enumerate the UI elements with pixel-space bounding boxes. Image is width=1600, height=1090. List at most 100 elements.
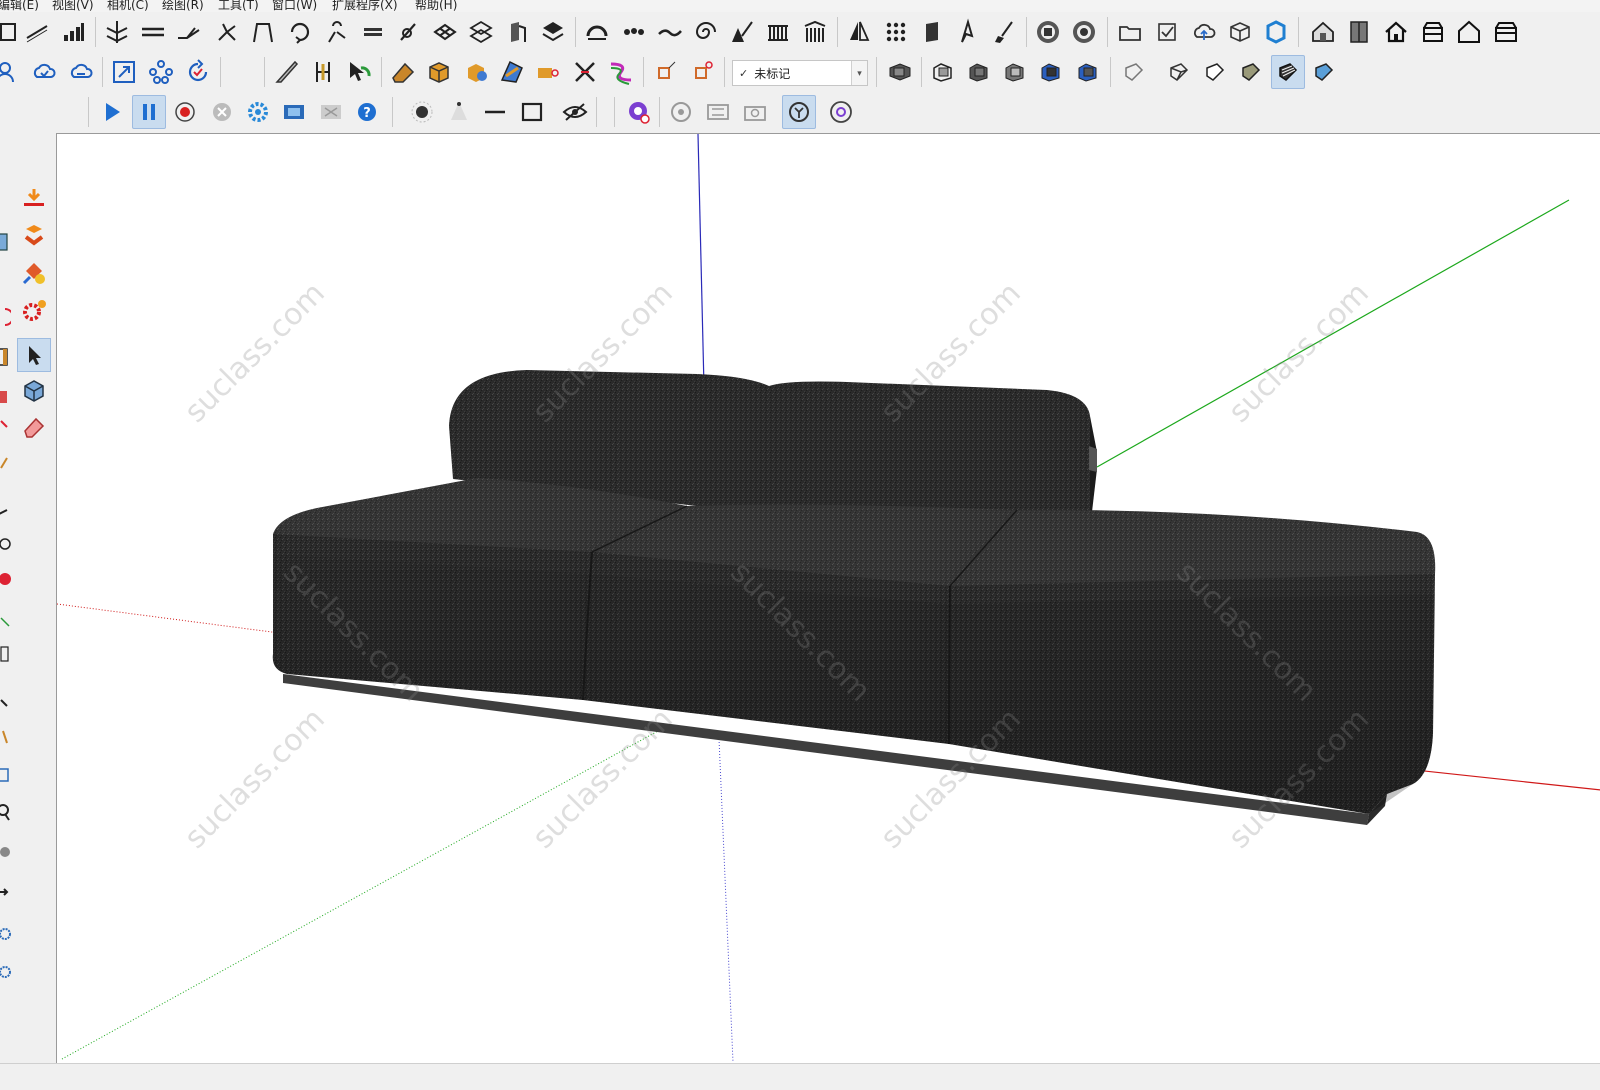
spot-light-icon[interactable] bbox=[442, 95, 476, 129]
help-icon[interactable]: ? bbox=[350, 95, 384, 129]
house-3d-icon[interactable] bbox=[1306, 15, 1340, 49]
rect-light-icon[interactable] bbox=[515, 95, 549, 129]
text-tool-icon[interactable] bbox=[0, 641, 12, 669]
axes-icon[interactable] bbox=[0, 565, 12, 593]
timer-icon[interactable] bbox=[782, 95, 816, 129]
layers-a-icon[interactable] bbox=[883, 55, 917, 89]
walk-icon[interactable] bbox=[0, 838, 12, 866]
gear-b-icon[interactable] bbox=[0, 958, 12, 986]
sliders-icon[interactable] bbox=[701, 95, 735, 129]
table-icon[interactable] bbox=[0, 15, 22, 49]
mirror-icon[interactable] bbox=[842, 15, 876, 49]
book-icon[interactable] bbox=[1342, 15, 1376, 49]
plane-icon[interactable] bbox=[495, 55, 529, 89]
zoom-window-icon[interactable] bbox=[0, 761, 12, 789]
slope-icon[interactable] bbox=[172, 15, 206, 49]
model-viewport[interactable]: suclass.com suclass.com suclass.com sucl… bbox=[56, 133, 1600, 1063]
component-icon[interactable] bbox=[17, 374, 51, 408]
panel-icon[interactable] bbox=[915, 15, 949, 49]
box-icon[interactable] bbox=[1223, 15, 1257, 49]
pen-icon[interactable] bbox=[392, 15, 426, 49]
wall-icon[interactable] bbox=[136, 15, 170, 49]
arc-icon[interactable] bbox=[0, 303, 12, 331]
eye-off-icon[interactable] bbox=[558, 95, 592, 129]
camera-icon[interactable] bbox=[738, 95, 772, 129]
gear-settings-icon[interactable] bbox=[17, 293, 51, 327]
layers-f-icon[interactable] bbox=[1071, 55, 1105, 89]
line-icon[interactable] bbox=[20, 15, 54, 49]
section-icon[interactable] bbox=[0, 228, 12, 256]
rotate-icon[interactable] bbox=[283, 15, 317, 49]
select-arrow-icon[interactable] bbox=[342, 55, 376, 89]
grid-icon[interactable] bbox=[464, 15, 498, 49]
flower-icon[interactable] bbox=[824, 95, 858, 129]
menu-help[interactable]: 帮助(H) bbox=[415, 0, 457, 12]
rect-tool-icon[interactable] bbox=[0, 343, 12, 371]
box-orange-icon[interactable] bbox=[422, 55, 456, 89]
eraser-icon[interactable] bbox=[17, 410, 51, 444]
film-off-icon[interactable] bbox=[314, 95, 348, 129]
cloud-icon[interactable] bbox=[1187, 15, 1221, 49]
select-tool-icon[interactable] bbox=[17, 338, 51, 372]
orbit-tool-icon[interactable] bbox=[0, 688, 12, 716]
scene-canvas[interactable]: suclass.com suclass.com suclass.com sucl… bbox=[57, 134, 1600, 1063]
roof-icon[interactable] bbox=[100, 15, 134, 49]
line-light-icon[interactable] bbox=[478, 95, 512, 129]
tile-icon[interactable] bbox=[428, 15, 462, 49]
record-icon[interactable] bbox=[168, 95, 202, 129]
person-icon[interactable] bbox=[0, 55, 22, 89]
pin-icon[interactable] bbox=[621, 95, 655, 129]
style-hidden-icon[interactable] bbox=[1162, 55, 1196, 89]
render-b-icon[interactable] bbox=[1067, 15, 1101, 49]
menu-edit[interactable]: 编辑(E) bbox=[0, 0, 39, 12]
pan-tool-icon[interactable] bbox=[0, 723, 12, 751]
tree-icon[interactable] bbox=[210, 15, 244, 49]
menu-extensions[interactable]: 扩展程序(X) bbox=[332, 0, 398, 12]
stairs-icon[interactable] bbox=[356, 15, 390, 49]
frame-icon[interactable] bbox=[306, 55, 340, 89]
settings-icon[interactable] bbox=[241, 95, 275, 129]
protractor-icon[interactable] bbox=[0, 528, 12, 556]
cloud-arrow-icon[interactable] bbox=[64, 55, 98, 89]
bar-chart-icon[interactable] bbox=[56, 15, 90, 49]
render-a-icon[interactable] bbox=[1031, 15, 1065, 49]
erase-tool-icon[interactable] bbox=[386, 55, 420, 89]
gear-a-icon[interactable] bbox=[0, 920, 12, 948]
chevron-down-icon[interactable]: ▾ bbox=[851, 61, 867, 85]
layers-c-icon[interactable] bbox=[962, 55, 996, 89]
layers-b-icon[interactable] bbox=[926, 55, 960, 89]
follow-me-icon[interactable] bbox=[0, 448, 12, 476]
style-mono-icon[interactable] bbox=[1271, 55, 1305, 89]
corner-a-icon[interactable] bbox=[648, 55, 682, 89]
wave-icon[interactable] bbox=[653, 15, 687, 49]
dimension-icon[interactable] bbox=[0, 608, 12, 636]
zoom-icon[interactable] bbox=[0, 798, 12, 826]
knife-icon[interactable] bbox=[270, 55, 304, 89]
check-icon[interactable] bbox=[1150, 15, 1184, 49]
spring-icon[interactable] bbox=[320, 15, 354, 49]
dots-icon[interactable] bbox=[617, 15, 651, 49]
layers-e-icon[interactable] bbox=[1034, 55, 1068, 89]
network-icon[interactable] bbox=[144, 55, 178, 89]
menu-draw[interactable]: 绘图(R) bbox=[162, 0, 204, 12]
shape-icon[interactable] bbox=[531, 55, 565, 89]
film-icon[interactable] bbox=[277, 95, 311, 129]
fence-icon[interactable] bbox=[725, 15, 759, 49]
building-a-icon[interactable] bbox=[1416, 15, 1450, 49]
scissors-icon[interactable] bbox=[568, 55, 602, 89]
menu-window[interactable]: 窗口(W) bbox=[272, 0, 317, 12]
menu-view[interactable]: 视图(V) bbox=[52, 0, 94, 12]
point-light-icon[interactable] bbox=[405, 95, 439, 129]
brush-icon[interactable] bbox=[987, 15, 1021, 49]
play-icon[interactable] bbox=[95, 95, 129, 129]
menu-tools[interactable]: 工具(T) bbox=[218, 0, 259, 12]
railing-icon[interactable] bbox=[761, 15, 795, 49]
scale-icon[interactable] bbox=[107, 55, 141, 89]
push-pull-icon[interactable] bbox=[0, 381, 12, 409]
orbit-icon[interactable] bbox=[664, 95, 698, 129]
spiral-icon[interactable] bbox=[689, 15, 723, 49]
arrow-icon[interactable] bbox=[0, 878, 12, 906]
layers-d-icon[interactable] bbox=[998, 55, 1032, 89]
corner-b-icon[interactable] bbox=[685, 55, 719, 89]
style-xray-icon[interactable] bbox=[1307, 55, 1341, 89]
